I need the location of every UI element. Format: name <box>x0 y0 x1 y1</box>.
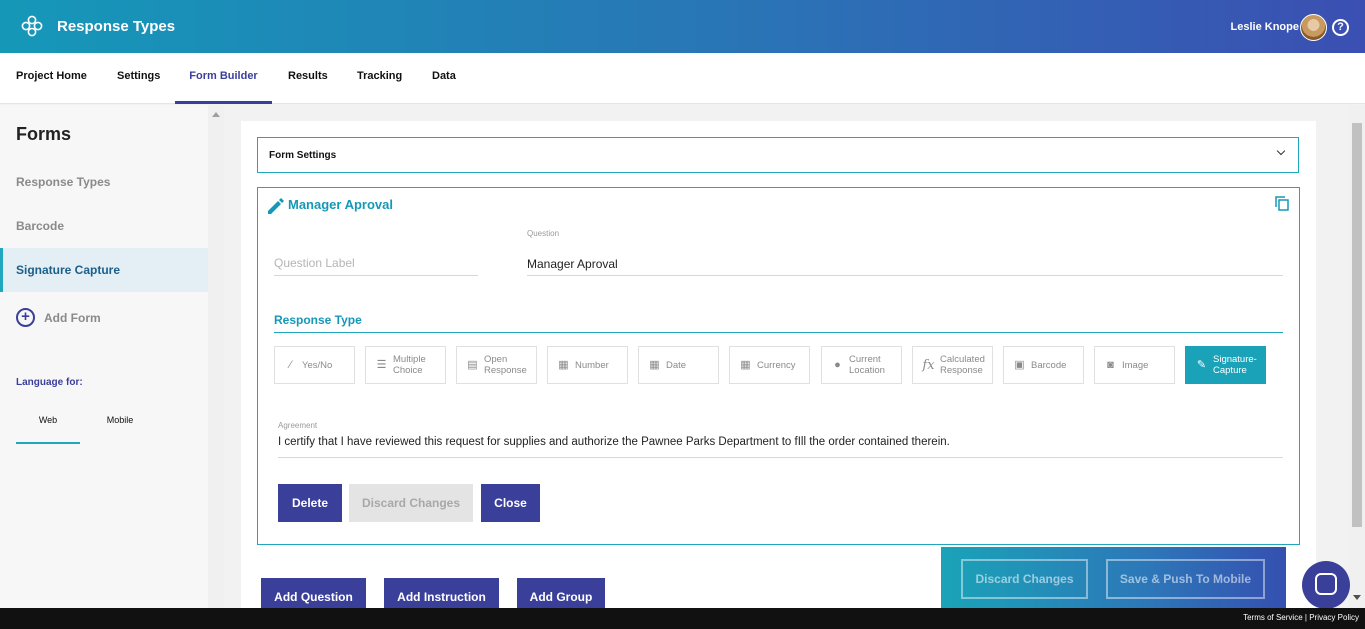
agreement-input[interactable]: I certify that I have reviewed this requ… <box>278 436 1283 458</box>
panel-discard-changes-button[interactable]: Discard Changes <box>961 559 1088 599</box>
response-type-current-location[interactable]: ● Current Location <box>821 346 902 384</box>
question-label-input[interactable]: Question Label <box>274 248 478 276</box>
agreement-caption: Agreement <box>278 421 318 430</box>
response-type-open-response[interactable]: ▤ Open Response <box>456 346 537 384</box>
copy-icon[interactable] <box>1275 196 1289 211</box>
camera-icon: ◙ <box>1107 358 1114 371</box>
yes-no-icon: ⁄ <box>289 358 292 371</box>
top-bar: Response Types Leslie Knope ? <box>0 0 1365 53</box>
main-nav: Project Home Settings Form Builder Resul… <box>0 53 1365 104</box>
tab-settings[interactable]: Settings <box>117 53 160 104</box>
response-type-label-number: Number <box>575 359 609 371</box>
response-type-yes-no[interactable]: ⁄ Yes/No <box>274 346 355 384</box>
question-caption: Question <box>527 229 560 238</box>
app-logo-icon[interactable] <box>20 14 44 38</box>
sidebar-item-barcode[interactable]: Barcode <box>0 204 208 248</box>
chevron-down-icon <box>1276 146 1286 156</box>
tab-data[interactable]: Data <box>432 53 456 104</box>
app-title: Response Types <box>57 18 176 35</box>
response-type-multiple-choice[interactable]: ☰ Multiple Choice <box>365 346 446 384</box>
response-type-label-yes-no: Yes/No <box>302 359 333 371</box>
form-settings-label: Form Settings <box>269 150 337 161</box>
add-form-button[interactable]: + Add Form <box>16 308 101 327</box>
add-group-button[interactable]: Add Group <box>517 578 605 608</box>
user-name[interactable]: Leslie Knope <box>1231 21 1299 33</box>
avatar[interactable] <box>1300 14 1327 41</box>
question-input[interactable]: Manager Aproval <box>527 248 1283 276</box>
tab-results[interactable]: Results <box>288 53 328 104</box>
terms-link[interactable]: Terms of Service <box>1243 613 1303 622</box>
barcode-icon: ▣ <box>1014 358 1025 371</box>
chat-icon <box>1315 573 1337 595</box>
location-pin-icon: ● <box>834 358 841 371</box>
sidebar-scrollbar[interactable] <box>208 105 224 608</box>
response-type-barcode[interactable]: ▣ Barcode <box>1003 346 1084 384</box>
response-type-currency[interactable]: ▦ Currency <box>729 346 810 384</box>
calendar-icon: ▦ <box>649 358 660 371</box>
response-type-label: Response Type <box>274 313 1283 333</box>
language-tab-mobile[interactable]: Mobile <box>88 405 152 444</box>
response-type-label-barcode: Barcode <box>1031 359 1067 371</box>
delete-button[interactable]: Delete <box>278 484 342 522</box>
pen-icon: ✎ <box>1196 358 1207 371</box>
save-push-to-mobile-button[interactable]: Save & Push To Mobile <box>1106 559 1265 599</box>
form-settings-accordion[interactable]: Form Settings <box>257 137 1299 173</box>
footer-links: Terms of Service | Privacy Policy <box>1243 613 1359 622</box>
response-type-signature-capture[interactable]: ✎ Signature-Capture <box>1185 346 1266 384</box>
response-type-label-signature-capture: Signature-Capture <box>1213 354 1257 376</box>
main-scrollbar[interactable] <box>1349 105 1365 608</box>
sidebar-title: Forms <box>16 124 72 144</box>
response-type-label-image: Image <box>1122 359 1149 371</box>
scrollbar-thumb[interactable] <box>1352 123 1362 527</box>
privacy-link[interactable]: Privacy Policy <box>1309 613 1359 622</box>
pencil-icon <box>268 198 284 214</box>
add-circle-icon: + <box>16 308 35 327</box>
add-form-label: Add Form <box>44 310 101 325</box>
response-type-label-open-response: Open Response <box>484 354 527 376</box>
calculator-icon: ▦ <box>740 358 751 371</box>
open-response-icon: ▤ <box>467 358 478 371</box>
language-tab-web[interactable]: Web <box>16 405 80 444</box>
help-icon[interactable]: ? <box>1332 19 1349 36</box>
response-type-label-calculated-response: Calculated Response <box>940 354 985 376</box>
chat-support-icon[interactable] <box>1302 561 1350 609</box>
question-card: Manager Aproval Question Label Question … <box>257 187 1300 545</box>
close-button[interactable]: Close <box>481 484 540 522</box>
response-type-label-multiple-choice: Multiple Choice <box>393 354 426 376</box>
publish-panel: Discard Changes Save & Push To Mobile <box>941 547 1286 608</box>
add-instruction-button[interactable]: Add Instruction <box>384 578 499 608</box>
list-icon: ☰ <box>376 358 387 371</box>
response-type-calculated-response[interactable]: fx Calculated Response <box>912 346 993 384</box>
sidebar-item-signature-capture[interactable]: Signature Capture <box>0 248 208 292</box>
response-type-label-currency: Currency <box>757 359 796 371</box>
scroll-down-arrow-icon[interactable] <box>1353 595 1361 600</box>
discard-changes-button[interactable]: Discard Changes <box>349 484 473 522</box>
response-type-number[interactable]: ▦ Number <box>547 346 628 384</box>
footer-separator: | <box>1304 613 1307 622</box>
response-type-date[interactable]: ▦ Date <box>638 346 719 384</box>
response-type-label-current-location: Current Location <box>849 354 885 376</box>
tab-tracking[interactable]: Tracking <box>357 53 402 104</box>
language-label: Language for: <box>16 377 83 388</box>
tab-project-home[interactable]: Project Home <box>16 53 87 104</box>
response-type-label-date: Date <box>666 359 687 371</box>
sidebar-item-response-types[interactable]: Response Types <box>0 160 208 204</box>
scroll-up-arrow-icon[interactable] <box>212 112 220 117</box>
tab-form-builder[interactable]: Form Builder <box>175 53 272 104</box>
add-question-button[interactable]: Add Question <box>261 578 366 608</box>
calculator-icon: ▦ <box>558 358 569 371</box>
sidebar: Forms Response Types Barcode Signature C… <box>0 105 208 608</box>
question-card-title: Manager Aproval <box>288 197 393 212</box>
footer: Terms of Service | Privacy Policy <box>0 608 1365 629</box>
fx-icon: fx <box>922 357 935 373</box>
response-type-image[interactable]: ◙ Image <box>1094 346 1175 384</box>
